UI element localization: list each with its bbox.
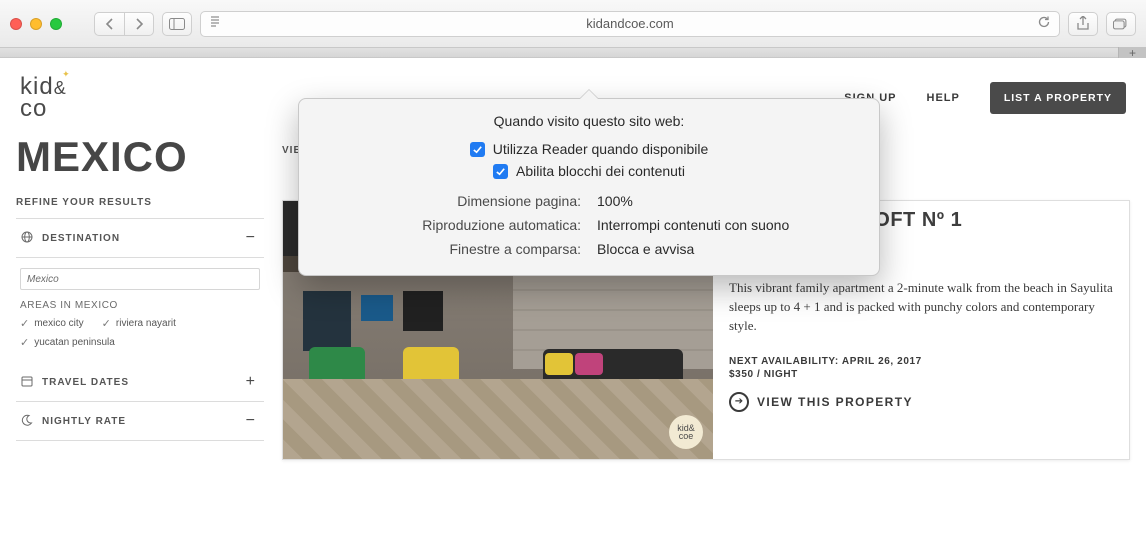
filter-nightly-rate-label: NIGHTLY RATE [42, 416, 126, 427]
back-button[interactable] [94, 12, 124, 36]
page-size-value[interactable]: 100% [597, 193, 857, 209]
moon-icon [20, 414, 34, 429]
area-label: yucatan peninsula [34, 337, 115, 348]
popover-title: Quando visito questo sito web: [321, 113, 857, 129]
reader-label: Utilizza Reader quando disponibile [493, 141, 709, 157]
globe-icon [20, 231, 34, 246]
list-property-button[interactable]: LIST A PROPERTY [990, 82, 1126, 114]
autoplay-value[interactable]: Interrompi contenuti con suono [597, 217, 857, 233]
filter-nightly-rate-header[interactable]: NIGHTLY RATE − [16, 402, 264, 441]
page-size-key: Dimensione pagina: [321, 193, 581, 209]
collapse-icon: − [246, 229, 260, 247]
area-item[interactable]: ✓ mexico city [20, 317, 84, 330]
area-item[interactable]: ✓ riviera nayarit [102, 317, 176, 330]
arrow-right-icon: ➔ [729, 392, 749, 412]
share-button[interactable] [1068, 12, 1098, 36]
filter-destination-header[interactable]: DESTINATION − [16, 218, 264, 258]
checkbox-checked-icon[interactable] [493, 164, 508, 179]
filter-destination-body: AREAS IN MEXICO ✓ mexico city ✓ riviera … [16, 258, 264, 363]
zoom-window-button[interactable] [50, 18, 62, 30]
logo-amp: & [54, 78, 67, 98]
site-settings-popover: Quando visito questo sito web: Utilizza … [298, 98, 880, 276]
nav-help[interactable]: HELP [927, 92, 960, 104]
checkbox-checked-icon[interactable] [470, 142, 485, 157]
calendar-icon [20, 375, 34, 390]
new-tab-button[interactable]: + [1118, 47, 1146, 58]
area-item[interactable]: ✓ yucatan peninsula [20, 336, 115, 349]
area-label: mexico city [34, 318, 83, 329]
destination-input[interactable] [20, 268, 260, 290]
sidebar-button[interactable] [162, 12, 192, 36]
close-window-button[interactable] [10, 18, 22, 30]
collapse-icon: − [246, 412, 260, 430]
listing-availability: NEXT AVAILABILITY: APRIL 26, 2017 [729, 356, 1113, 367]
logo-star-icon: ✦ [62, 70, 71, 78]
reload-button[interactable] [1037, 15, 1051, 32]
url-bar[interactable]: kidandcoe.com [200, 11, 1060, 37]
areas-title: AREAS IN MEXICO [20, 300, 260, 311]
check-icon: ✓ [20, 317, 29, 330]
forward-button[interactable] [124, 12, 154, 36]
view-property-label: VIEW THIS PROPERTY [757, 395, 913, 409]
nav-back-forward [94, 12, 154, 36]
autoplay-key: Riproduzione automatica: [321, 217, 581, 233]
filter-travel-dates-header[interactable]: TRAVEL DATES + [16, 363, 264, 402]
view-property-link[interactable]: ➔ VIEW THIS PROPERTY [729, 392, 1113, 412]
check-icon: ✓ [20, 336, 29, 349]
area-label: riviera nayarit [116, 318, 176, 329]
popups-key: Finestre a comparsa: [321, 241, 581, 257]
window-controls [10, 18, 62, 30]
expand-icon: + [246, 373, 260, 391]
check-icon: ✓ [102, 317, 111, 330]
browser-toolbar: kidandcoe.com [0, 0, 1146, 48]
tab-strip: + [0, 48, 1146, 58]
listing-price: $350 / NIGHT [729, 369, 1113, 380]
reader-or-site-settings-icon[interactable] [209, 15, 221, 32]
page-content: kid& co ✦ SIGN UP HELP LIST A PROPERTY M… [0, 58, 1146, 535]
content-blocker-checkbox-row[interactable]: Abilita blocchi dei contenuti [493, 163, 685, 179]
filter-travel-dates-label: TRAVEL DATES [42, 377, 129, 388]
photo-brand-badge: kid& coe [669, 415, 703, 449]
site-logo[interactable]: kid& co ✦ [20, 76, 67, 119]
url-text: kidandcoe.com [586, 16, 673, 31]
popups-value[interactable]: Blocca e avvisa [597, 241, 857, 257]
filters-panel: MEXICO REFINE YOUR RESULTS DESTINATION −… [16, 125, 264, 460]
minimize-window-button[interactable] [30, 18, 42, 30]
content-blocker-label: Abilita blocchi dei contenuti [516, 163, 685, 179]
reader-checkbox-row[interactable]: Utilizza Reader quando disponibile [470, 141, 709, 157]
page-title: MEXICO [16, 133, 264, 181]
filter-destination-label: DESTINATION [42, 233, 120, 244]
logo-coe: co [20, 95, 47, 122]
show-all-tabs-button[interactable] [1106, 12, 1136, 36]
listing-description: This vibrant family apartment a 2-minute… [729, 279, 1113, 336]
refine-label: REFINE YOUR RESULTS [16, 197, 264, 208]
